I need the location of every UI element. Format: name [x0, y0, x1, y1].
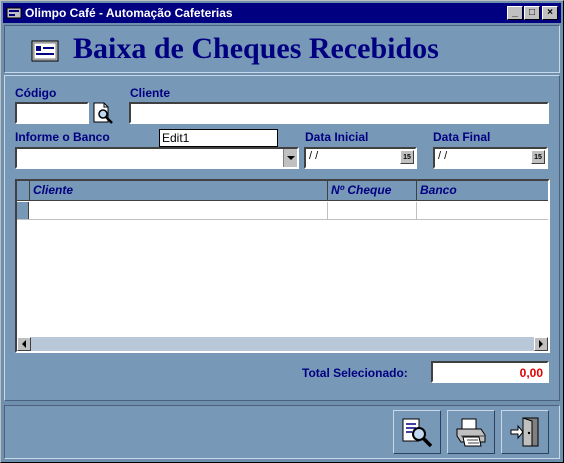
- data-inicial-label: Data Inicial: [305, 130, 369, 144]
- data-final-label: Data Final: [433, 130, 491, 144]
- row-indicator[interactable]: [17, 202, 29, 219]
- cheques-grid[interactable]: Cliente Nº Cheque Banco: [15, 179, 550, 353]
- document-magnifier-icon[interactable]: [91, 102, 115, 124]
- total-label: Total Selecionado:: [302, 366, 408, 380]
- data-inicial-value: / /: [309, 150, 319, 162]
- scroll-right-icon[interactable]: [534, 337, 548, 351]
- table-cell[interactable]: [417, 202, 548, 220]
- calendar-icon[interactable]: 15: [400, 150, 414, 164]
- card-index-icon: [31, 40, 59, 62]
- data-final-value: / /: [438, 150, 448, 162]
- search-button[interactable]: [393, 410, 441, 454]
- footer-toolbar: [4, 405, 560, 459]
- title-bar: Olimpo Café - Automação Cafeterias _ □ ×: [3, 3, 561, 23]
- form-header: Baixa de Cheques Recebidos: [4, 25, 560, 73]
- table-cell[interactable]: [328, 202, 417, 220]
- print-button[interactable]: [447, 410, 495, 454]
- horizontal-scrollbar[interactable]: [17, 337, 548, 351]
- scroll-left-icon[interactable]: [17, 337, 31, 351]
- calendar-icon[interactable]: 15: [531, 150, 545, 164]
- cliente-field[interactable]: [129, 102, 549, 124]
- minimize-button[interactable]: _: [507, 6, 523, 20]
- table-cell[interactable]: [30, 202, 328, 220]
- exit-door-icon: [510, 417, 539, 447]
- chevron-down-icon[interactable]: [283, 149, 297, 167]
- data-final-field[interactable]: / / 15: [433, 147, 548, 169]
- table-row[interactable]: [17, 202, 548, 220]
- edit1-field[interactable]: Edit1: [159, 129, 278, 147]
- window-title: Olimpo Café - Automação Cafeterias: [25, 6, 233, 20]
- banco-combo[interactable]: [15, 147, 299, 169]
- printer-icon: [456, 418, 486, 447]
- grid-column-banco[interactable]: Banco: [417, 181, 548, 201]
- page-title: Baixa de Cheques Recebidos: [73, 32, 439, 65]
- cliente-label: Cliente: [130, 86, 171, 100]
- grid-header-indicator: [17, 181, 30, 201]
- total-value: 0,00: [431, 361, 549, 383]
- data-inicial-field[interactable]: / / 15: [304, 147, 417, 169]
- grid-column-cliente[interactable]: Cliente: [30, 181, 328, 201]
- app-icon: [6, 7, 22, 19]
- codigo-label: Código: [15, 86, 57, 100]
- grid-header: Cliente Nº Cheque Banco: [17, 181, 548, 201]
- banco-label: Informe o Banco: [15, 130, 110, 144]
- codigo-field[interactable]: [15, 102, 89, 124]
- grid-column-cheque[interactable]: Nº Cheque: [328, 181, 417, 201]
- app-window: Olimpo Café - Automação Cafeterias _ □ ×…: [0, 0, 564, 463]
- maximize-button[interactable]: □: [524, 6, 540, 20]
- search-icon: [402, 418, 433, 448]
- exit-button[interactable]: [501, 410, 549, 454]
- close-button[interactable]: ×: [542, 6, 558, 20]
